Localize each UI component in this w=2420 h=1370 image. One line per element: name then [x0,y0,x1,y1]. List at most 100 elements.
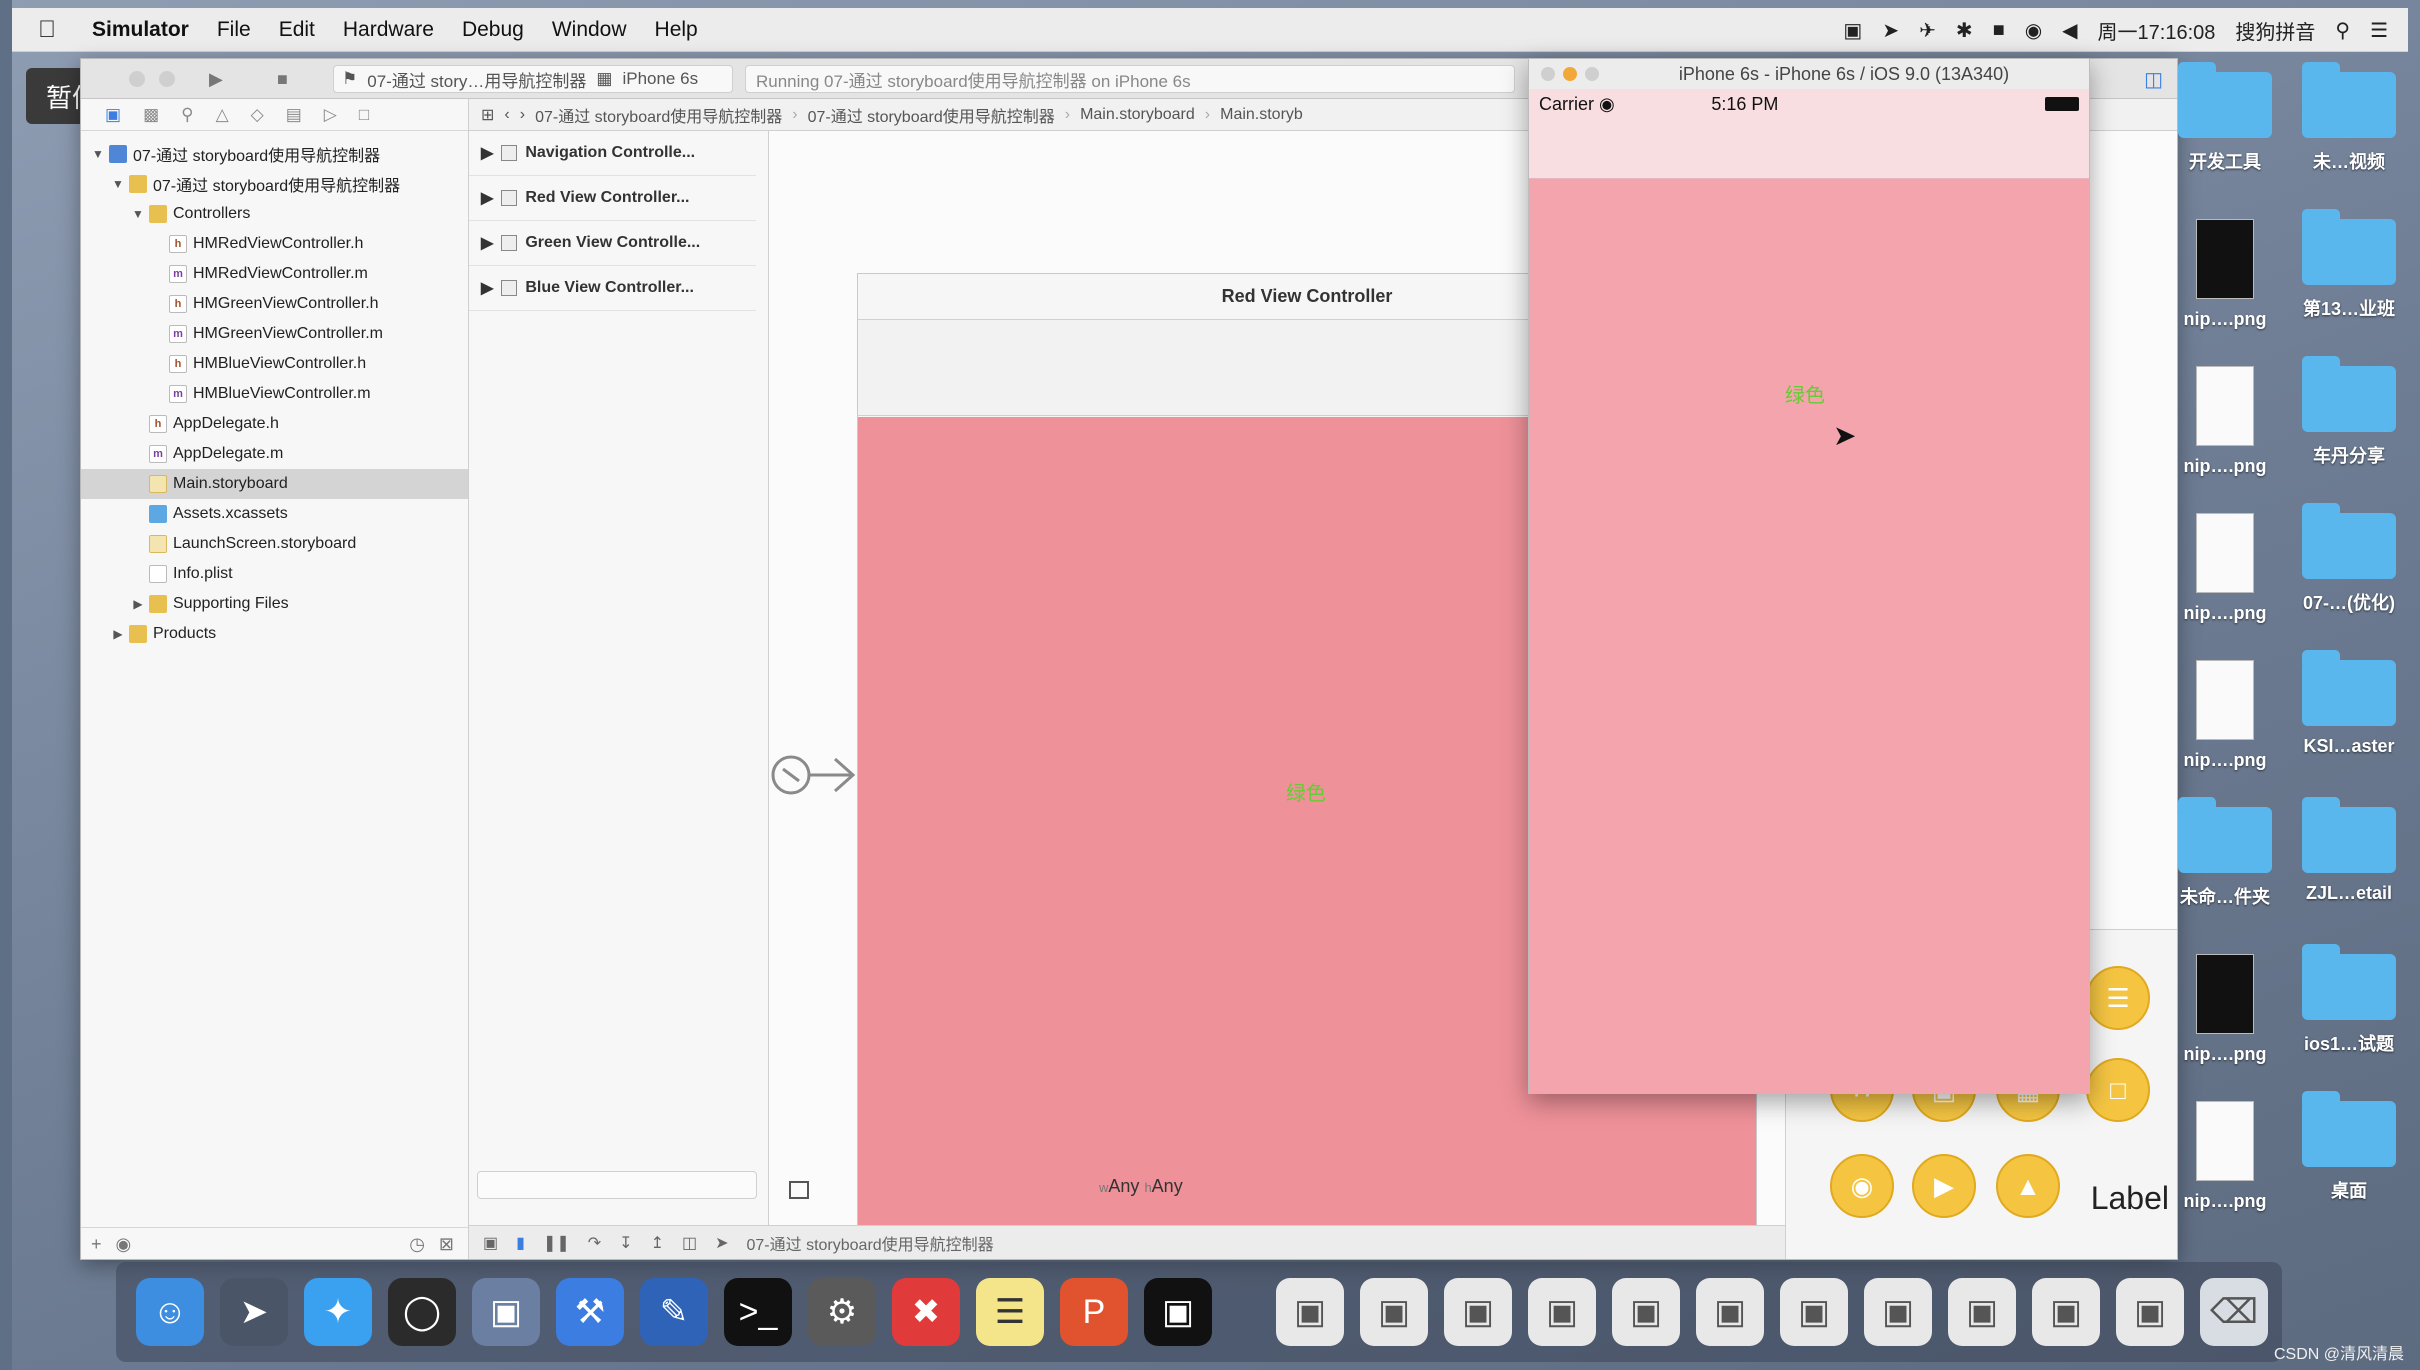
launchpad-icon[interactable]: ➤ [220,1278,288,1346]
screenshot-thumb-icon[interactable]: ▣ [1444,1278,1512,1346]
step-in-icon[interactable]: ↧ [619,1233,632,1253]
debug-tab-icon[interactable]: ▤ [286,105,302,125]
menu-edit[interactable]: Edit [279,18,315,42]
airplane-icon[interactable]: ✈ [1919,18,1936,43]
desktop-icon[interactable]: nip….png [2160,513,2290,624]
screenshot-thumb-icon[interactable]: ▣ [1696,1278,1764,1346]
file-tree-row[interactable]: LaunchScreen.storyboard [81,529,468,559]
file-tree-row[interactable]: h HMBlueViewController.h [81,349,468,379]
view-debug-icon[interactable]: ◫ [682,1233,697,1253]
disclosure-icon[interactable]: ▼ [131,207,145,221]
file-tree-row[interactable]: ▶ Supporting Files [81,589,468,619]
terminal-icon[interactable]: >_ [724,1278,792,1346]
location-simulate-icon[interactable]: ➤ [715,1233,728,1253]
console-icon[interactable]: ▣ [1144,1278,1212,1346]
menu-help[interactable]: Help [655,18,698,42]
outline-item[interactable]: ▶ Green View Controlle... [469,221,756,266]
find-tab-icon[interactable]: ⚲ [181,105,193,125]
symbol-tab-icon[interactable]: ▩ [143,105,159,125]
location-icon[interactable]: ➤ [1882,18,1899,43]
notification-list-icon[interactable]: ☰ [2370,18,2388,43]
run-icon[interactable]: ▶ [209,65,223,93]
screenshot-thumb-icon[interactable]: ▣ [1276,1278,1344,1346]
test-tab-icon[interactable]: ◇ [251,105,264,125]
disclosure-icon[interactable]: ▼ [91,147,105,161]
breakpoints-icon[interactable]: ▮ [516,1233,525,1253]
scheme-selector[interactable]: ⚑ 07-通过 story…用导航控制器 ▦ iPhone 6s [333,65,733,93]
file-tree-row[interactable]: ▶ Products [81,619,468,649]
volume-icon[interactable]: ◀ [2062,18,2077,43]
desktop-icon[interactable]: nip….png [2160,954,2290,1065]
view-controller-icon[interactable]: □ [2086,1058,2150,1122]
apple-menu-icon[interactable]:  [38,16,78,44]
stop-icon[interactable]: ■ [277,65,288,93]
breadcrumb-file[interactable]: Main.storyboard [1080,106,1195,124]
phone-navigation-bar[interactable] [1529,119,2089,179]
phone-label[interactable]: 绿色 [1785,379,1825,408]
desktop-icon[interactable]: nip….png [2160,660,2290,771]
desktop-icon[interactable]: ios1…试题 [2284,944,2414,1056]
screenshot-thumb-icon[interactable]: ▣ [2032,1278,2100,1346]
size-class-control[interactable]: wAny hAny [1099,1176,1183,1197]
file-tree-row[interactable]: ▼ Controllers [81,199,468,229]
file-tree-row[interactable]: Info.plist [81,559,468,589]
desktop-icon[interactable]: 车丹分享 [2284,356,2414,468]
file-tree-row[interactable]: m HMGreenViewController.m [81,319,468,349]
notes-icon[interactable]: ☰ [976,1278,1044,1346]
screenshot-thumb-icon[interactable]: ▣ [1780,1278,1848,1346]
canvas-toggle-icon[interactable] [789,1181,809,1199]
desktop-icon[interactable]: KSI…aster [2284,650,2414,757]
screenshot-thumb-icon[interactable]: ▣ [1948,1278,2016,1346]
report-tab-icon[interactable]: □ [359,105,369,125]
wifi-icon[interactable]: ◉ [2025,18,2042,43]
object-cube-icon[interactable]: ▲ [1996,1154,2060,1218]
desktop-icon[interactable]: 桌面 [2284,1091,2414,1203]
breakpoint-tab-icon[interactable]: ▷ [324,105,337,125]
desktop-icon[interactable]: 未…视频 [2284,62,2414,174]
scm-filter-icon[interactable]: ⊠ [439,1234,454,1255]
file-tree-row[interactable]: Main.storyboard [81,469,468,499]
disclosure-icon[interactable]: ▶ [481,233,493,253]
file-tree-row[interactable]: ▼ 07-通过 storyboard使用导航控制器 [81,169,468,199]
presentation-app-icon[interactable]: P [1060,1278,1128,1346]
desktop-icon[interactable]: nip….png [2160,1101,2290,1212]
desktop-icon[interactable]: 开发工具 [2160,62,2290,174]
camera-icon[interactable]: ◉ [1830,1154,1894,1218]
outline-item[interactable]: ▶ Blue View Controller... [469,266,756,311]
finder-icon[interactable]: ☺ [136,1278,204,1346]
file-tree-row[interactable]: m HMBlueViewController.m [81,379,468,409]
disclosure-icon[interactable]: ▶ [131,597,145,611]
menu-window[interactable]: Window [552,18,627,42]
mouse-app-icon[interactable]: ◯ [388,1278,456,1346]
outline-item[interactable]: ▶ Navigation Controlle... [469,131,756,176]
file-tree-row[interactable]: ▼ 07-通过 storyboard使用导航控制器 [81,139,468,169]
desktop-icon[interactable]: 第13…业班 [2284,209,2414,321]
screenshot-thumb-icon[interactable]: ▣ [1612,1278,1680,1346]
outline-filter-field[interactable] [477,1171,757,1199]
sim-zoom-button[interactable] [1585,67,1599,81]
desktop-icon[interactable]: nip….png [2160,219,2290,330]
menu-clock[interactable]: 周一17:16:08 [2098,16,2216,45]
file-tree-row[interactable]: h HMGreenViewController.h [81,289,468,319]
breadcrumb-scene[interactable]: Main.storyb [1220,106,1303,124]
screen-record-icon[interactable]: ▣ [1843,18,1862,43]
input-method[interactable]: 搜狗拼音 [2235,16,2315,45]
menu-file[interactable]: File [217,18,251,42]
add-file-icon[interactable]: + [91,1234,102,1255]
file-tree-row[interactable]: h HMRedViewController.h [81,229,468,259]
lock-icon[interactable]: ■ [1993,19,2005,42]
menu-hardware[interactable]: Hardware [343,18,434,42]
table-view-icon[interactable]: ☰ [2086,966,2150,1030]
sim-minimize-button[interactable] [1563,67,1577,81]
step-over-icon[interactable]: ↷ [588,1233,601,1253]
step-out-icon[interactable]: ↥ [651,1233,664,1253]
file-tree-row[interactable]: m HMRedViewController.m [81,259,468,289]
sim-close-button[interactable] [1541,67,1555,81]
related-items-icon[interactable]: ⊞ [481,105,494,125]
trash-icon[interactable]: ⌫ [2200,1278,2268,1346]
window-close-button[interactable] [129,71,145,87]
desktop-icon[interactable]: ZJL…etail [2284,797,2414,904]
screenshot-thumb-icon[interactable]: ▣ [1864,1278,1932,1346]
xmind-icon[interactable]: ✖ [892,1278,960,1346]
issue-tab-icon[interactable]: △ [216,105,229,125]
